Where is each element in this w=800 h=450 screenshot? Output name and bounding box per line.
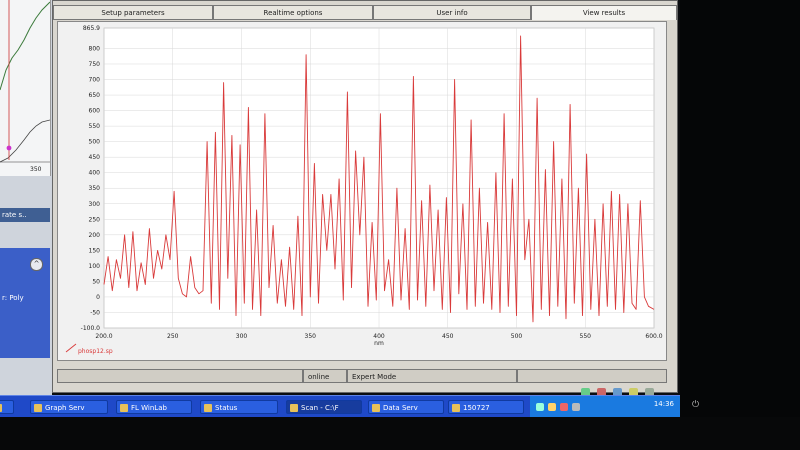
- y-tick-label: 150: [89, 247, 101, 254]
- taskbar-item-label: FL WinLab: [131, 404, 167, 412]
- monitor-bezel: [680, 0, 800, 450]
- taskbar-item-data-serv[interactable]: Data Serv: [368, 400, 444, 414]
- spectrum-chart[interactable]: -100.0 -50 0 50 100 150 200 250 300 350 400 450 500 5…: [57, 21, 667, 361]
- taskbar-item-status[interactable]: Status: [200, 400, 278, 414]
- y-tick-label: 750: [89, 61, 101, 68]
- taskbar-item-label: Data Serv: [383, 404, 418, 412]
- left-window-partial: 350 rate s.. ^ r: Poly: [0, 0, 52, 395]
- mini-marker-dot: [6, 145, 12, 151]
- status-cell-right: [517, 369, 667, 383]
- x-tick-label: 550: [580, 333, 592, 340]
- y-tick-label: 500: [89, 139, 101, 146]
- y-tick-label: 200: [89, 232, 101, 239]
- network-icon[interactable]: [536, 403, 544, 411]
- y-tick-label: 800: [89, 45, 101, 52]
- x-axis-label: nm: [374, 340, 384, 347]
- tab-user-info[interactable]: User info: [373, 5, 531, 20]
- y-tick-label: 450: [89, 154, 101, 161]
- taskbar-item-label: 150727: [463, 404, 490, 412]
- status-online: online: [303, 369, 347, 383]
- y-tick-label: -100.0: [81, 325, 101, 332]
- power-icon[interactable]: ⏻: [692, 400, 699, 410]
- x-tick-label: 500: [511, 333, 523, 340]
- taskbar-item-label: Status: [215, 404, 238, 412]
- spectrum-chart-svg: -100.0 -50 0 50 100 150 200 250 300 350 400 450 500 5…: [65, 25, 663, 355]
- y-tick-label: 350: [89, 185, 101, 192]
- legend-swatch: [65, 343, 77, 353]
- taskbar-item-label: Graph Serv: [45, 404, 85, 412]
- y-tick-label: 250: [89, 216, 101, 223]
- y-tick-label: 700: [89, 77, 101, 84]
- y-tick-label: 50: [92, 278, 100, 285]
- x-tick-label: 400: [373, 333, 385, 340]
- main-window: Setup parameters Realtime options User i…: [52, 0, 678, 416]
- left-blue-panel-text: r: Poly: [2, 294, 24, 302]
- mini-series-line-2: [0, 119, 51, 163]
- app-icon: [372, 404, 380, 412]
- app-icon: [204, 404, 212, 412]
- taskbar-item-graph-serv[interactable]: Graph Serv: [30, 400, 108, 414]
- mini-chart-svg: [0, 0, 51, 163]
- left-title-strip[interactable]: rate s..: [0, 208, 50, 222]
- system-tray: 14:36: [530, 396, 680, 418]
- app-icon: [120, 404, 128, 412]
- volume-icon[interactable]: [548, 403, 556, 411]
- y-tick-label: 300: [89, 201, 101, 208]
- usb-icon[interactable]: [572, 403, 580, 411]
- app-icon: [290, 404, 298, 412]
- x-tick-label: 300: [236, 333, 248, 340]
- y-tick-label: 0: [96, 294, 100, 301]
- app-icon: [0, 404, 2, 412]
- x-tick-label: 450: [442, 333, 454, 340]
- y-tick-label: 550: [89, 123, 101, 130]
- taskbar-item-0[interactable]: [0, 400, 14, 414]
- monitor-bezel-bottom: [0, 417, 800, 450]
- tab-view-results[interactable]: View results: [531, 5, 677, 20]
- tab-bar: Setup parameters Realtime options User i…: [53, 1, 677, 21]
- taskbar-item-winlab[interactable]: FL WinLab: [116, 400, 192, 414]
- taskbar-item-scan[interactable]: Scan - C:\F: [286, 400, 362, 414]
- y-tick-label: 650: [89, 92, 101, 99]
- app-icon: [34, 404, 42, 412]
- taskbar: Graph Serv FL WinLab Status Scan - C:\F …: [0, 395, 680, 418]
- y-tick-label: -50: [90, 309, 100, 316]
- x-tick-label: 250: [167, 333, 179, 340]
- status-expert-mode: Expert Mode: [347, 369, 517, 383]
- tab-realtime-options[interactable]: Realtime options: [213, 5, 373, 20]
- security-icon[interactable]: [560, 403, 568, 411]
- legend-label: phosp12.sp: [78, 348, 113, 355]
- window-tray-icons: [581, 382, 671, 416]
- folder-icon: [452, 404, 460, 412]
- status-cell-left: [57, 369, 303, 383]
- mini-tick-label: 350: [30, 166, 42, 173]
- taskbar-item-folder[interactable]: 150727: [448, 400, 524, 414]
- tab-setup-parameters[interactable]: Setup parameters: [53, 5, 213, 20]
- clock[interactable]: 14:36: [654, 400, 674, 408]
- mini-chart: [0, 0, 51, 176]
- mini-series-line: [0, 1, 51, 91]
- collapse-icon[interactable]: ^: [30, 258, 43, 271]
- y-tick-label: 100: [89, 263, 101, 270]
- x-tick-label: 200.0: [95, 333, 112, 340]
- y-tick-label: 865.9: [83, 25, 100, 32]
- y-tick-label: 400: [89, 170, 101, 177]
- y-tick-label: 600: [89, 108, 101, 115]
- x-tick-label: 350: [305, 333, 317, 340]
- x-tick-label: 600.0: [645, 333, 662, 340]
- status-bar: online Expert Mode: [57, 369, 667, 383]
- taskbar-item-label: Scan - C:\F: [301, 404, 339, 412]
